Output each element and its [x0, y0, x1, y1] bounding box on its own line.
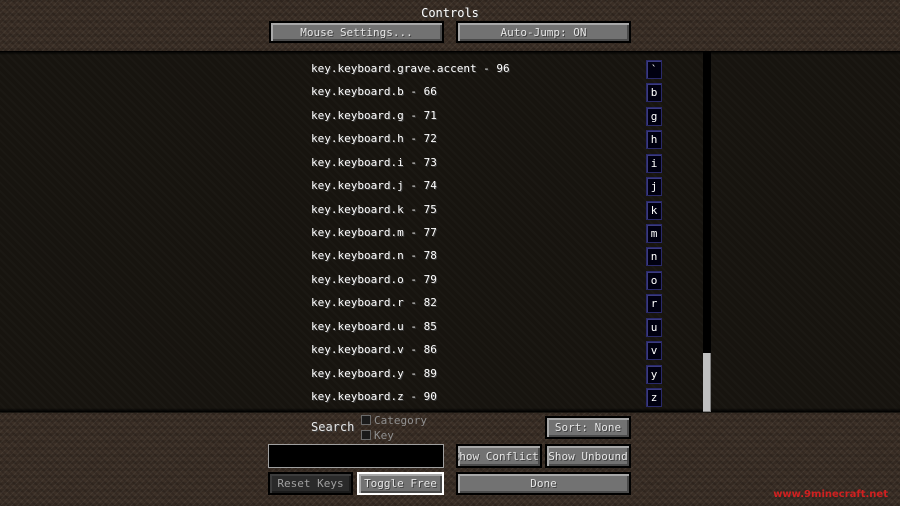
keybinding-row: key.keyboard.z - 90 z: [0, 388, 900, 408]
keybinding-row: key.keyboard.n - 78 n: [0, 247, 900, 267]
key-bind-button[interactable]: h: [646, 130, 662, 150]
key-bind-button[interactable]: v: [646, 341, 662, 361]
category-checkbox[interactable]: [361, 415, 371, 425]
keybinding-label: key.keyboard.z - 90: [311, 390, 437, 404]
keybinding-label: key.keyboard.y - 89: [311, 366, 437, 380]
key-bind-button[interactable]: b: [646, 83, 662, 103]
keybinding-label: key.keyboard.u - 85: [311, 319, 437, 333]
watermark: www.9minecraft.net: [773, 489, 888, 500]
key-bind-button[interactable]: y: [646, 364, 662, 384]
keybinding-row: key.keyboard.b - 66 b: [0, 83, 900, 103]
keybinding-label: key.keyboard.j - 74: [311, 179, 437, 193]
keybinding-row: key.keyboard.m - 77 m: [0, 224, 900, 244]
scrollbar-thumb[interactable]: [703, 353, 711, 412]
auto-jump-button[interactable]: Auto-Jump: ON: [456, 21, 631, 43]
toggle-free-button[interactable]: Toggle Free: [357, 472, 444, 495]
keybinding-label: key.keyboard.h - 72: [311, 132, 437, 146]
key-checkbox-label: Key: [374, 429, 394, 442]
search-input[interactable]: [268, 444, 444, 468]
key-bind-button[interactable]: `: [646, 60, 662, 79]
mouse-settings-button[interactable]: Mouse Settings...: [269, 21, 444, 43]
keybinding-row: key.keyboard.i - 73 i: [0, 153, 900, 174]
done-button[interactable]: Done: [456, 472, 631, 495]
keybinding-row: key.keyboard.u - 85 u: [0, 317, 900, 338]
keybinding-row: key.keyboard.v - 86 v: [0, 341, 900, 361]
search-label: Search: [311, 420, 355, 434]
show-unbound-button[interactable]: Show Unbound: [545, 444, 631, 468]
key-bind-button[interactable]: z: [646, 388, 662, 408]
keybinding-row: key.keyboard.j - 74 j: [0, 177, 900, 197]
keybinding-row: key.keyboard.y - 89 y: [0, 364, 900, 385]
keybinding-label: key.keyboard.r - 82: [311, 296, 437, 310]
list-bottom-shadow: [0, 408, 900, 412]
category-checkbox-label: Category: [374, 414, 427, 427]
key-checkbox[interactable]: [361, 430, 371, 440]
keybinding-row: key.keyboard.g - 71 g: [0, 106, 900, 127]
key-bind-button[interactable]: g: [646, 106, 662, 126]
keybinding-label: key.keyboard.m - 77: [311, 226, 437, 239]
key-bind-button[interactable]: m: [646, 224, 662, 243]
key-bind-button[interactable]: u: [646, 317, 662, 337]
keybinding-label: key.keyboard.i - 73: [311, 155, 437, 169]
key-bind-button[interactable]: i: [646, 153, 662, 173]
keybinding-label: key.keyboard.o - 79: [311, 272, 437, 286]
keybinding-label: key.keyboard.b - 66: [311, 85, 437, 99]
keybinding-label: key.keyboard.v - 86: [311, 343, 437, 357]
key-bind-button[interactable]: k: [646, 200, 662, 220]
key-bind-button[interactable]: o: [646, 270, 662, 290]
key-bind-button[interactable]: r: [646, 294, 662, 314]
keybinding-label: key.keyboard.g - 71: [311, 108, 437, 122]
keybinding-label: key.keyboard.grave.accent - 96: [311, 62, 510, 75]
reset-keys-button[interactable]: Reset Keys: [268, 472, 353, 495]
show-conflicts-button[interactable]: Show Conflicts: [456, 444, 542, 468]
key-bind-button[interactable]: j: [646, 177, 662, 197]
key-bind-button[interactable]: n: [646, 247, 662, 267]
sort-button[interactable]: Sort: None: [545, 416, 631, 439]
keybinding-label: key.keyboard.n - 78: [311, 249, 437, 263]
keybinding-row: key.keyboard.o - 79 o: [0, 270, 900, 291]
window-title: Controls: [421, 6, 479, 20]
keybinding-row: key.keyboard.k - 75 k: [0, 200, 900, 221]
list-top-shadow: [0, 51, 900, 55]
keybinding-row: key.keyboard.h - 72 h: [0, 130, 900, 150]
keybinding-row: key.keyboard.r - 82 r: [0, 294, 900, 314]
keybinding-row: key.keyboard.grave.accent - 96 `: [0, 60, 900, 80]
keybinding-label: key.keyboard.k - 75: [311, 202, 437, 216]
